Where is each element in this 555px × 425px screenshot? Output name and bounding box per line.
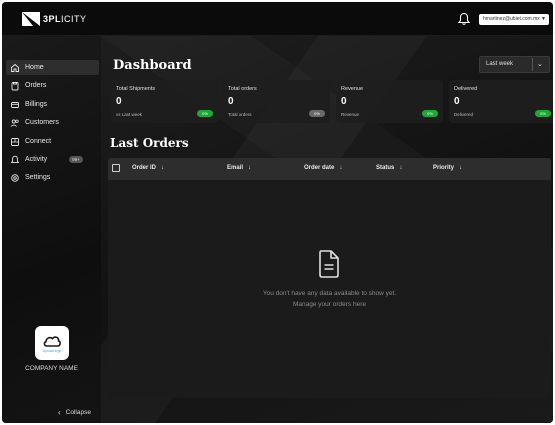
- user-account-select[interactable]: hmartinez@ubiet.com.mx ▼: [479, 14, 549, 25]
- sidebar-item-billings[interactable]: Billings: [6, 97, 99, 112]
- logo-mark-icon: [22, 12, 40, 26]
- sidebar-item-label: Customers: [25, 119, 59, 126]
- column-header-priority[interactable]: Priority ↓: [433, 165, 462, 171]
- sidebar-item-activity[interactable]: Activity 99+: [6, 152, 99, 167]
- column-header-order-date[interactable]: Order date ↓: [304, 165, 342, 171]
- app-frame: 3PLICITY hmartinez@ubiet.com.mx ▼ Home O…: [2, 2, 553, 423]
- sidebar-item-label: Connect: [25, 138, 52, 145]
- stat-card-delivered: Delivered 0 Delivered 0%: [449, 80, 553, 123]
- sidebar-item-orders[interactable]: Orders: [6, 78, 99, 93]
- sidebar-item-label: Billings: [25, 101, 48, 108]
- top-bar: 3PLICITY hmartinez@ubiet.com.mx ▼: [2, 2, 553, 36]
- page-title: Dashboard: [113, 58, 192, 73]
- stat-card-revenue: Revenue 0 Revenue 0%: [336, 80, 443, 123]
- stat-title: Revenue: [341, 86, 364, 92]
- column-header-email[interactable]: Email ↓: [227, 165, 251, 171]
- stat-subtitle: vs Last week: [116, 112, 143, 117]
- stat-subtitle: Revenue: [341, 112, 360, 117]
- empty-state-message: You don't have any data available to sho…: [262, 290, 397, 297]
- sort-arrow-icon: ↓: [161, 165, 165, 171]
- stat-card-orders: Total orders 0 Total orders 0%: [223, 80, 330, 123]
- sort-arrow-icon: ↓: [399, 165, 403, 171]
- stat-change-badge: 0%: [535, 110, 551, 117]
- bell-icon: [10, 155, 20, 163]
- user-email: hmartinez@ubiet.com.mx: [483, 16, 540, 22]
- sort-arrow-icon: ↓: [248, 165, 252, 171]
- sidebar-item-home[interactable]: Home: [6, 60, 99, 75]
- orders-icon: [11, 81, 19, 90]
- notifications-bell-icon[interactable]: [457, 12, 471, 26]
- column-header-order-id[interactable]: Order ID ↓: [132, 165, 164, 171]
- settings-icon: [11, 173, 19, 182]
- table-header: Order ID ↓ Email ↓ Order date ↓ Status ↓ Pri…: [108, 158, 551, 180]
- stat-value: 0: [228, 96, 234, 107]
- collapse-label: Collapse: [65, 409, 91, 416]
- stat-title: Delivered: [454, 86, 478, 92]
- activity-count-badge: 99+: [69, 156, 83, 163]
- stat-title: Total orders: [228, 86, 257, 92]
- home-icon: [11, 63, 19, 72]
- sort-arrow-icon: ↓: [339, 165, 343, 171]
- brand-name: 3PLICITY: [43, 14, 87, 24]
- document-icon: [319, 250, 339, 278]
- stat-value: 0: [341, 96, 347, 107]
- select-divider: [532, 58, 533, 71]
- sort-arrow-icon: ↓: [459, 165, 463, 171]
- sidebar-item-label: Activity: [25, 156, 48, 163]
- select-all-checkbox[interactable]: [112, 164, 120, 172]
- upload-logo-label: Upload logo: [42, 348, 62, 353]
- column-header-status[interactable]: Status ↓: [376, 165, 402, 171]
- company-logo-upload[interactable]: Upload logo: [35, 326, 69, 360]
- billing-icon: [11, 101, 19, 108]
- sidebar-item-label: Orders: [25, 82, 47, 89]
- collapse-button[interactable]: ‹ Collapse: [58, 408, 91, 417]
- stat-value: 0: [454, 96, 460, 107]
- sidebar-item-settings[interactable]: Settings: [6, 170, 99, 185]
- date-range-value: Last week: [486, 61, 514, 67]
- sidebar-item-label: Home: [25, 64, 44, 71]
- sidebar-item-customers[interactable]: Customers: [6, 115, 99, 130]
- sidebar-item-connect[interactable]: Connect: [6, 134, 99, 149]
- cloud-icon: [43, 335, 61, 347]
- orders-table: Order ID ↓ Email ↓ Order date ↓ Status ↓ Pri…: [108, 158, 551, 398]
- chevron-down-icon: ⌄: [537, 61, 543, 68]
- stat-change-badge: 0%: [422, 110, 438, 117]
- empty-state-hint: Manage your orders here: [293, 301, 366, 308]
- stat-change-badge: 0%: [309, 110, 325, 117]
- stat-change-badge: 0%: [197, 110, 213, 117]
- date-range-select[interactable]: Last week ⌄: [479, 56, 550, 73]
- customers-icon: [10, 118, 19, 127]
- stat-title: Total Shipments: [116, 86, 156, 92]
- stat-card-shipments: Total Shipments 0 vs Last week 0%: [111, 80, 218, 123]
- brand-logo[interactable]: 3PLICITY: [22, 11, 87, 27]
- stat-subtitle: Total orders: [228, 112, 252, 117]
- sidebar: Home Orders Billings Customers Connect A…: [2, 36, 101, 423]
- section-title: Last Orders: [110, 136, 189, 150]
- sidebar-item-label: Settings: [25, 174, 51, 181]
- chevron-left-icon: ‹: [58, 408, 61, 417]
- connect-icon: [11, 137, 19, 146]
- company-name: COMPANY NAME: [25, 365, 78, 372]
- main-content: Dashboard Last week ⌄ Total Shipments 0 …: [101, 36, 553, 423]
- stat-subtitle: Delivered: [454, 112, 474, 117]
- stat-value: 0: [116, 96, 122, 107]
- chevron-down-icon: ▼: [541, 16, 546, 22]
